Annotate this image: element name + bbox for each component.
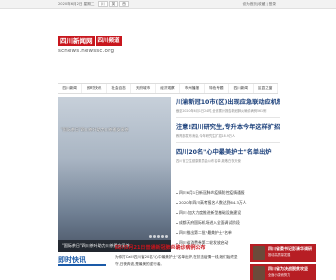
language-tabs: 川 英 西 xyxy=(98,1,130,7)
headlines: 川渝新冠10市(区)出现应急联动应机制 截至2020年6月1日24时,全省累计报… xyxy=(176,97,280,163)
main-nav: 四川新闻 即时快讯 社会百态 天府城市 经济观察 市州播报 特色专题 四川新闻 … xyxy=(58,83,278,94)
feature-title[interactable]: 四川5月21日普通新冠肺炎确诊病例公布 xyxy=(115,244,240,251)
portrait-image xyxy=(253,246,265,260)
divider xyxy=(176,142,280,143)
headline-1-summary: 截至2020年6月1日24时,全省累计报告新冠肺炎确诊病例561例 xyxy=(176,109,267,113)
feature-body: 为你打Call!四川省20名"心中最美护士"名单出炉,在抗击疫情一线,她们始终坚… xyxy=(115,255,238,266)
nav-item-special[interactable]: 特色专题 xyxy=(205,84,230,93)
list-item[interactable]: 四川6月1日新冠肺炎疫情防控疫情通报 xyxy=(176,188,280,198)
portrait-image xyxy=(253,266,265,280)
current-date: 2020年6月2日 星期二 xyxy=(58,2,95,6)
headline-1[interactable]: 川渝新冠10市(区)出现应急联动应机制 xyxy=(176,97,280,106)
tab-tibetan[interactable]: 西 xyxy=(119,1,129,7)
logo-domain: scnews.newssc.org xyxy=(58,48,115,54)
ad-banner-1[interactable]: 四川省委书记彭清华调研 推动高质量发展 xyxy=(250,244,316,262)
news-list: 四川6月1日新冠肺炎疫情防控疫情通报 2020年四川高考报名人数达到64.3万人… xyxy=(176,188,280,248)
site-logo[interactable]: 四川新闻网 四川频道 scnews.newssc.org xyxy=(58,36,128,62)
feature-article: 四川5月21日普通新冠肺炎确诊病例公布 为你打Call!四川省20名"心中最美护… xyxy=(115,244,240,267)
slider-dot[interactable] xyxy=(157,235,160,238)
nav-item-sichuan-news[interactable]: 四川新闻 xyxy=(58,84,83,93)
tab-english[interactable]: 英 xyxy=(108,1,119,7)
logo-badge: 四川新闻网 xyxy=(58,36,95,46)
photo-slider[interactable]: "国际茶日"四川茶叶助力川茶雅安采茶 "国际茶日"四川茶叶助力川茶雅安采茶 xyxy=(58,97,171,252)
nav-item-economy[interactable]: 经济观察 xyxy=(156,84,181,93)
list-item[interactable]: 成都天府国际机场进入全面调试阶段 xyxy=(176,218,280,228)
headline-3-summary: 四川省卫生健康委员会公布名单,致敬白衣天使 xyxy=(176,159,241,163)
slider-caption-top: "国际茶日"四川茶叶助力川茶雅安采茶 xyxy=(61,127,129,132)
nav-item-sichuan-news-2[interactable]: 四川新闻 xyxy=(229,84,254,93)
nav-item-city[interactable]: 天府城市 xyxy=(131,84,156,93)
nav-item-cities[interactable]: 市州播报 xyxy=(180,84,205,93)
channel-badge: 四川频道 xyxy=(95,36,122,46)
slider-photo xyxy=(58,97,171,252)
nav-item-counties[interactable]: 区县之窗 xyxy=(254,84,278,93)
section-title-underline xyxy=(58,264,106,266)
ad-subtitle: 推动高质量发展 xyxy=(268,253,291,257)
top-bar: 2020年6月2日 星期二 川 英 西 设为首页|收藏 | 登录 xyxy=(0,0,336,9)
slider-dot[interactable] xyxy=(165,235,168,238)
headline-2[interactable]: 注意!四川研究生,专升本今年这样扩招 xyxy=(176,122,280,131)
ad-banner-2[interactable]: 四川省为决战脱贫攻坚 全面小康而努力 xyxy=(250,264,316,280)
nav-item-society[interactable]: 社会百态 xyxy=(107,84,132,93)
nav-item-instant-news[interactable]: 即时快讯 xyxy=(82,84,107,93)
headline-3[interactable]: 四川20名"心中最美护士"名单出炉 xyxy=(176,147,280,156)
divider xyxy=(176,117,280,118)
slider-dot[interactable] xyxy=(153,235,156,238)
ad-subtitle: 全面小康而努力 xyxy=(268,273,291,277)
tab-sichuan[interactable]: 川 xyxy=(98,1,108,7)
slider-dots xyxy=(148,235,168,238)
list-item[interactable]: 四川:加大力度推进新型基础设施建设 xyxy=(176,208,280,218)
slider-dot[interactable] xyxy=(149,235,152,238)
list-item[interactable]: 2020年四川高考报名人数达到64.3万人 xyxy=(176,198,280,208)
slider-dot[interactable] xyxy=(161,235,164,238)
top-links[interactable]: 设为首页|收藏 | 登录 xyxy=(243,2,276,7)
headline-2-summary: 教育部发布消息,今年研究生扩招18.9万人 xyxy=(176,134,236,138)
list-item[interactable]: 四川推出第二批"最美护士"名单 xyxy=(176,228,280,238)
